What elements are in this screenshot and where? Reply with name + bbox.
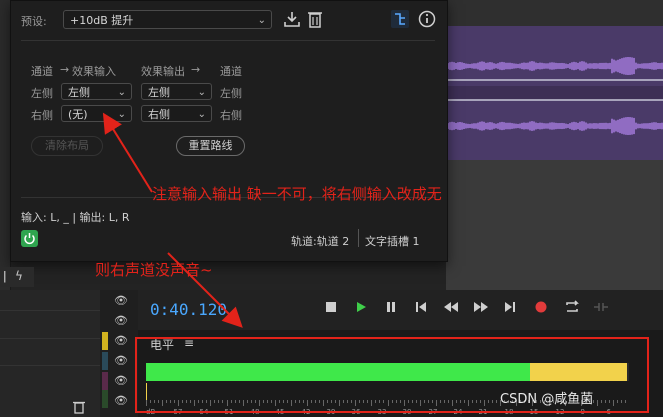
header-channel-out: 通道 <box>220 65 242 78</box>
waveform-left-channel <box>446 57 663 75</box>
rewind-icon[interactable] <box>443 301 459 313</box>
track-visibility-column: 👁 👁 👁 👁 👁 👁 <box>100 290 138 417</box>
preset-select[interactable]: +10dB 提升 ⌄ <box>63 10 272 29</box>
power-icon[interactable] <box>21 230 38 247</box>
eye-icon[interactable]: 👁 <box>114 354 128 367</box>
waveform-svg <box>446 57 663 135</box>
left-panel <box>0 290 100 417</box>
chevron-down-icon: ⌄ <box>117 87 126 98</box>
timeline-header <box>446 0 663 26</box>
stop-icon[interactable] <box>325 301 337 313</box>
eye-icon[interactable]: 👁 <box>114 334 128 347</box>
chevron-down-icon: ⌄ <box>197 87 206 98</box>
routing-icon[interactable] <box>391 10 409 28</box>
delete-preset-icon[interactable] <box>307 10 323 28</box>
preset-value: +10dB 提升 <box>70 14 134 27</box>
chevron-down-icon: ⌄ <box>257 15 266 26</box>
chevron-down-icon: ⌄ <box>117 109 126 120</box>
eye-icon[interactable]: 👁 <box>114 374 128 387</box>
clear-layout-button[interactable]: 清除布局 <box>31 136 103 156</box>
track-color-green <box>102 390 108 408</box>
loop-icon[interactable] <box>564 300 580 314</box>
right-output-select[interactable]: 右侧 ⌄ <box>141 105 212 122</box>
right-input-select[interactable]: (无) ⌄ <box>61 105 132 122</box>
play-icon[interactable] <box>355 301 367 313</box>
header-effect-output: 效果输出 <box>141 65 185 78</box>
right-input-value: (无) <box>68 108 88 121</box>
lightning-icon[interactable]: ϟ <box>15 269 23 283</box>
row-right-label: 右侧 <box>31 109 53 122</box>
header-channel-in: 通道 <box>31 65 53 78</box>
io-summary: 输入: L, _ | 输出: L, R <box>21 211 130 224</box>
save-preset-icon[interactable] <box>283 10 301 28</box>
header-effect-input: 效果输入 <box>72 65 116 78</box>
trash-icon[interactable] <box>72 400 86 414</box>
left-input-value: 左侧 <box>68 86 90 99</box>
current-time[interactable]: 0:40.120 <box>150 300 227 319</box>
slot-info: 文字插槽 1 <box>365 235 420 248</box>
annotation-note-1: 注意输入输出 缺一不可，将右侧输入改成无 <box>152 185 442 203</box>
eye-icon[interactable]: 👁 <box>114 294 128 307</box>
eye-icon[interactable]: 👁 <box>114 394 128 407</box>
info-icon[interactable] <box>418 10 436 28</box>
row-left-label: 左侧 <box>31 87 53 100</box>
right-output-value: 右侧 <box>148 108 170 121</box>
track-color-teal <box>102 352 108 370</box>
left-output-select[interactable]: 左侧 ⌄ <box>141 83 212 100</box>
marker-icon[interactable]: ǀ <box>3 269 7 283</box>
chevron-down-icon: ⌄ <box>197 109 206 120</box>
row-left-channel: 左侧 <box>220 87 242 100</box>
transport-bar: 0:40.120 <box>138 290 663 330</box>
left-input-select[interactable]: 左侧 ⌄ <box>61 83 132 100</box>
pause-icon[interactable] <box>385 301 397 313</box>
info-separator <box>358 229 359 247</box>
clear-layout-label: 清除布局 <box>45 139 89 152</box>
preset-label: 预设: <box>21 15 47 28</box>
row-right-channel: 右侧 <box>220 109 242 122</box>
empty-track-area <box>446 160 663 290</box>
reset-route-button[interactable]: 重置路线 <box>176 136 245 156</box>
track-color-yellow <box>102 332 108 350</box>
skip-silence-icon[interactable] <box>593 300 609 314</box>
annotation-note-2: 则右声道没声音~ <box>95 261 213 279</box>
header-arrow-out: → <box>191 63 201 76</box>
watermark: CSDN @咸鱼菌 <box>500 392 594 407</box>
eye-icon[interactable]: 👁 <box>114 314 128 327</box>
effect-routing-panel: 预设: +10dB 提升 ⌄ 通道 → 效果输入 效果输出 → 通道 左侧 左侧… <box>10 0 448 262</box>
track-color-purple <box>102 372 108 390</box>
header-arrow-in: → <box>60 63 70 76</box>
row-divider <box>0 365 100 366</box>
waveform-right-channel <box>446 117 663 135</box>
track-info: 轨道:轨道 2 <box>291 235 350 248</box>
skip-to-end-icon[interactable] <box>504 301 516 313</box>
panel-divider <box>21 40 435 41</box>
skip-to-start-icon[interactable] <box>415 301 427 313</box>
fast-forward-icon[interactable] <box>473 301 489 313</box>
row-divider <box>0 310 100 311</box>
left-output-value: 左侧 <box>148 86 170 99</box>
record-icon[interactable] <box>535 301 547 313</box>
reset-route-label: 重置路线 <box>188 139 233 152</box>
mini-toolbar: ǀ ϟ <box>0 267 34 287</box>
row-divider <box>0 338 100 339</box>
